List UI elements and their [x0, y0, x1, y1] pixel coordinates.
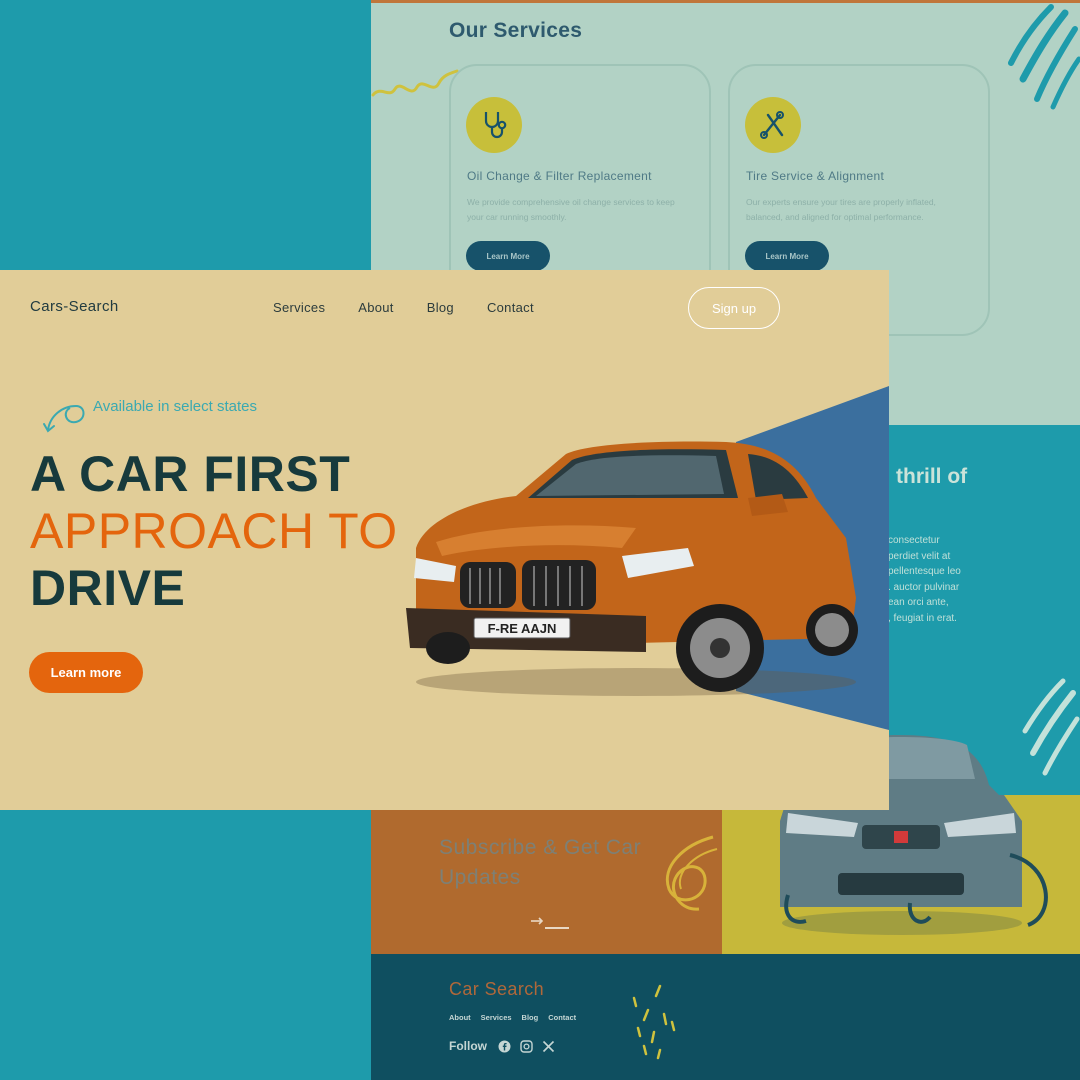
facebook-icon[interactable]	[498, 1040, 511, 1053]
bmw-suv-image: F-RE AAJN	[406, 441, 858, 696]
learn-more-button[interactable]: Learn More	[466, 241, 550, 271]
headline-line-3: DRIVE	[30, 560, 186, 616]
instagram-icon[interactable]	[520, 1039, 533, 1053]
hero-headline: A CAR FIRST APPROACH TO DRIVE	[30, 446, 398, 617]
tools-icon	[745, 97, 801, 153]
confetti-decoration	[632, 984, 676, 1060]
learn-more-button[interactable]: Learn more	[29, 652, 143, 693]
footer-link-services[interactable]: Services	[481, 1013, 512, 1022]
site-logo[interactable]: Cars-Search	[30, 298, 119, 315]
curved-arrow-icon	[43, 404, 85, 433]
footer-brand: Car Search	[449, 979, 545, 999]
nav-link-services[interactable]: Services	[273, 300, 325, 315]
footer-link-about[interactable]: About	[449, 1013, 471, 1022]
service-description: We provide comprehensive oil change serv…	[467, 197, 675, 222]
nav-link-contact[interactable]: Contact	[487, 300, 534, 315]
footer-links: About Services Blog Contact	[449, 1013, 576, 1022]
footer-follow: Follow	[449, 1039, 555, 1053]
learn-more-button[interactable]: Learn More	[745, 241, 829, 271]
service-description: Our experts ensure your tires are proper…	[746, 197, 936, 222]
license-plate-text: F-RE AAJN	[488, 621, 557, 636]
thrill-text: consectetur perdiet velit at pellentesqu…	[888, 535, 961, 624]
headline-line-1: A CAR FIRST	[30, 446, 351, 502]
squiggle-decoration	[371, 69, 459, 97]
swirl-decoration	[665, 835, 718, 911]
main-nav: Services About Blog Contact	[273, 300, 534, 315]
thrill-title: thrill of	[896, 465, 968, 488]
subscribe-title: Subscribe & Get Car Updates	[439, 836, 642, 889]
nav-link-about[interactable]: About	[358, 300, 393, 315]
availability-note: Available in select states	[93, 398, 257, 415]
footer: Car Search About Services Blog Contact F…	[371, 954, 1080, 1080]
subscribe-section: Subscribe & Get Car Updates	[371, 795, 722, 954]
car-promo-panel	[722, 795, 1080, 954]
signup-button[interactable]: Sign up	[688, 287, 780, 329]
service-name: Tire Service & Alignment	[746, 169, 885, 183]
follow-label: Follow	[449, 1039, 487, 1053]
brush-strokes-decoration	[1008, 4, 1080, 110]
headline-line-2: APPROACH TO	[30, 503, 398, 559]
honda-car-image	[780, 795, 1048, 935]
stethoscope-icon	[466, 97, 522, 153]
nav-link-blog[interactable]: Blog	[427, 300, 454, 315]
footer-link-blog[interactable]: Blog	[522, 1013, 539, 1022]
brush-strokes-decoration	[1022, 678, 1080, 776]
services-title: Our Services	[449, 19, 583, 42]
footer-link-contact[interactable]: Contact	[548, 1013, 576, 1022]
service-name: Oil Change & Filter Replacement	[467, 169, 652, 183]
x-twitter-icon[interactable]	[542, 1040, 555, 1053]
hero-card: Cars-Search Services About Blog Contact …	[0, 270, 889, 810]
arrow-right-icon[interactable]	[529, 915, 571, 931]
